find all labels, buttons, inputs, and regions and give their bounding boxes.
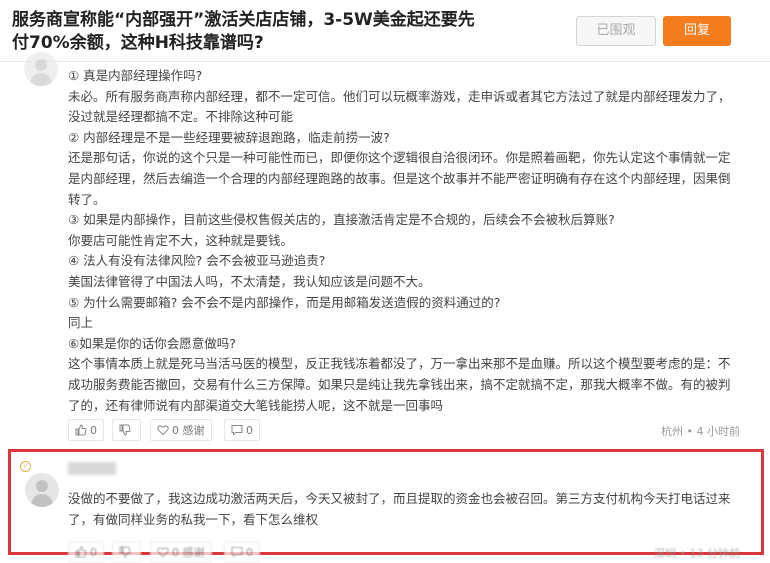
- badge-icon: ✓: [20, 461, 31, 472]
- thanks-button[interactable]: 0 感谢: [150, 541, 212, 563]
- thanks-button[interactable]: 0 感谢: [150, 419, 212, 441]
- avatar-head-shape: [35, 59, 47, 71]
- comment-line: 这个事情本质上就是死马当活马医的模型，反正我钱冻着都没了，万一拿出来那不是血赚。…: [68, 356, 731, 372]
- comment-line: 未必。所有服务商声称内部经理，都不一定可信。他们可以玩概率游戏，走申诉或者其它方…: [68, 88, 731, 104]
- avatar-body-shape: [31, 494, 53, 507]
- comment-actions: 0 0 感谢 0 深圳 • 13 分钟前: [68, 541, 740, 563]
- comment-line: ⑤ 为什么需要邮箱? 会不会不是内部操作，而是用邮箱发送造假的资料通过的?: [68, 294, 501, 310]
- thumbs-down-icon: [119, 546, 131, 558]
- heart-icon: [157, 425, 169, 436]
- like-button[interactable]: 0: [68, 419, 104, 441]
- comment-icon: [231, 547, 243, 558]
- comment-line: 美国法律管得了中国法人吗，不太清楚，我认知应该是问题不大。: [68, 273, 431, 289]
- comment-line: 还是那句话，你说的这个只是一种可能性而已，即便你这个逻辑很自洽很闭环。你是照着画…: [68, 150, 731, 166]
- like-button[interactable]: 0: [68, 541, 104, 563]
- comment-line: ④ 法人有没有法律风险? 会不会被亚马逊追责?: [68, 253, 326, 269]
- reply-count-button[interactable]: 0: [224, 419, 260, 441]
- comment-line: 没做的不要做了，我这边成功激活两天后，今天又被封了，而且提取的资金也会被召回。第…: [68, 491, 731, 506]
- comment-body: 没做的不要做了，我这边成功激活两天后，今天又被封了，而且提取的资金也会被召回。第…: [68, 489, 748, 530]
- avatar[interactable]: [25, 473, 59, 507]
- dislike-button[interactable]: [112, 419, 141, 441]
- avatar[interactable]: [24, 52, 58, 86]
- post-title: 服务商宣称能“内部强开”激活关店店铺，3-5W美金起还要先 付70%余额，这种H…: [12, 9, 572, 55]
- avatar-head-shape: [36, 480, 48, 492]
- comment-meta: 杭州 • 4 小时前: [661, 425, 740, 438]
- comment-line: 你要店可能性肯定不大，这种就是要钱。: [68, 232, 294, 248]
- comment-line: ⑥如果是你的话你会愿意做吗?: [68, 335, 236, 351]
- reply-button[interactable]: 回复: [663, 16, 731, 46]
- comment-line: ③ 如果是内部操作，目前这些侵权售假关店的，直接激活肯定是不合规的，后续会不会被…: [68, 212, 615, 228]
- post-header: 服务商宣称能“内部强开”激活关店店铺，3-5W美金起还要先 付70%余额，这种H…: [0, 0, 770, 62]
- username-blurred[interactable]: [68, 462, 116, 475]
- avatar-body-shape: [30, 73, 52, 86]
- followed-button[interactable]: 已围观: [576, 16, 656, 46]
- reply-count: 0: [246, 423, 253, 437]
- comment-line: 同上: [68, 315, 94, 331]
- like-count: 0: [90, 423, 97, 437]
- post-title-line-1: 服务商宣称能“内部强开”激活关店店铺，3-5W美金起还要先: [12, 10, 475, 30]
- comment-body: ① 真是内部经理操作吗? 未必。所有服务商声称内部经理，都不一定可信。他们可以玩…: [68, 66, 748, 416]
- dislike-button[interactable]: [112, 541, 141, 563]
- thumbs-up-icon: [75, 546, 87, 558]
- thanks-label: 0 感谢: [172, 424, 205, 437]
- comment-line: ② 内部经理是不是一些经理要被辞退跑路，临走前捞一波?: [68, 129, 390, 145]
- comment-line: 转了。: [68, 191, 106, 207]
- reply-count-button[interactable]: 0: [224, 541, 260, 563]
- comment-line: 了，有做同样业务的私我一下，看下怎么维权: [68, 511, 319, 527]
- thumbs-up-icon: [75, 424, 87, 436]
- reply-count: 0: [246, 545, 253, 559]
- post-title-line-2: 付70%余额，这种H科技靠谱吗?: [12, 33, 264, 53]
- comment-line: 成功服务费能否撤回，交易有什么三方保障。如果只是纯让我先拿钱出来，搞不定就搞不定…: [68, 376, 731, 392]
- thanks-label: 0 感谢: [172, 546, 205, 559]
- thumbs-down-icon: [119, 424, 131, 436]
- comment-line: 没过就是经理都搞不定。不排除这种可能: [68, 109, 294, 125]
- comment-line: ① 真是内部经理操作吗?: [68, 68, 203, 83]
- comment-icon: [231, 425, 243, 436]
- comment-meta: 深圳 • 13 分钟前: [654, 547, 740, 560]
- like-count: 0: [90, 545, 97, 559]
- heart-icon: [157, 547, 169, 558]
- comment-line: 了的，还有律师说有内部渠道交大笔钱能捞人呢，这不就是一回事吗: [68, 397, 444, 413]
- comment-line: 是内部经理，然后去编造一个合理的内部经理跑路的故事。但是这个故事并不能严密证明确…: [68, 170, 731, 186]
- comment-actions: 0 0 感谢 0 杭州 • 4 小时前: [68, 419, 740, 441]
